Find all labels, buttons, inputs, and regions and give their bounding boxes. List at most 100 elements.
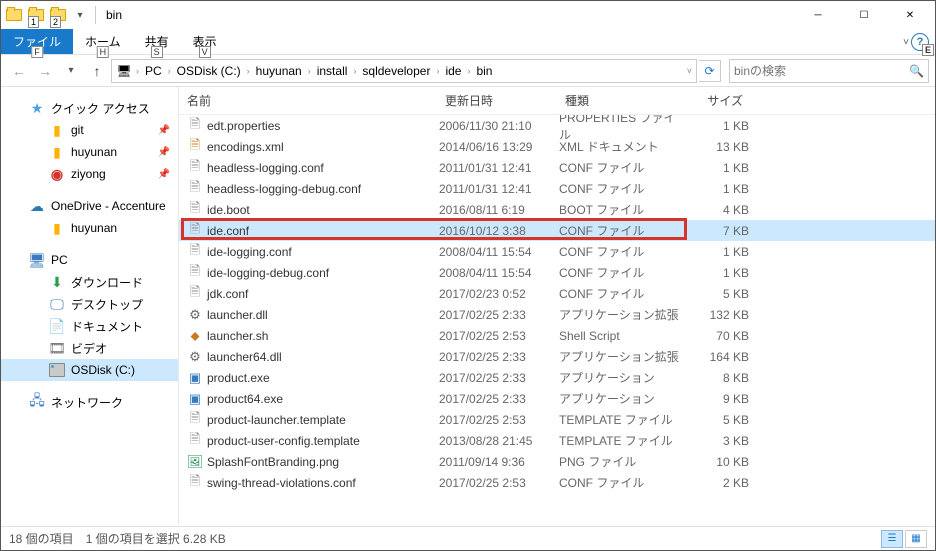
file-date: 2006/11/30 21:10 xyxy=(439,119,559,133)
file-type: XML ドキュメント xyxy=(559,138,679,155)
file-row[interactable]: ⬥launcher.sh2017/02/25 2:53Shell Script7… xyxy=(179,325,935,346)
crumb-3[interactable]: huyunan xyxy=(252,64,306,78)
file-type: CONF ファイル xyxy=(559,159,679,176)
qat-item-1[interactable]: 1 xyxy=(25,4,47,26)
qat-folder-icon[interactable] xyxy=(3,4,25,26)
status-item-count: 18 個の項目 xyxy=(9,530,74,547)
crumb-6[interactable]: ide xyxy=(441,64,465,78)
file-row[interactable]: 🗎ide-logging.conf2008/04/11 15:54CONF ファ… xyxy=(179,241,935,262)
col-size[interactable]: サイズ xyxy=(679,92,749,109)
status-selected: 1 個の項目を選択 6.28 KB xyxy=(86,530,226,547)
view-details-button[interactable]: ☰ xyxy=(881,530,903,548)
nav-onedrive[interactable]: ☁OneDrive - Accenture xyxy=(1,195,178,217)
file-name: swing-thread-violations.conf xyxy=(207,476,356,490)
col-name[interactable]: 名前 xyxy=(179,92,439,109)
file-date: 2017/02/25 2:53 xyxy=(439,476,559,490)
file-size: 13 KB xyxy=(679,140,749,154)
crumb-4[interactable]: install xyxy=(313,64,352,78)
up-button[interactable]: ↑ xyxy=(85,59,109,83)
tab-share[interactable]: 共有S xyxy=(133,29,181,54)
qat-dropdown[interactable]: ▾ xyxy=(69,4,91,26)
nav-huyunan[interactable]: ▮huyunan📌 xyxy=(1,141,178,163)
nav-videos[interactable]: 🎞ビデオ xyxy=(1,337,178,359)
tab-view[interactable]: 表示V xyxy=(181,29,229,54)
nav-desktop[interactable]: 🖵デスクトップ xyxy=(1,293,178,315)
nav-network[interactable]: 🖧ネットワーク xyxy=(1,391,178,413)
nav-onedrive-folder[interactable]: ▮huyunan xyxy=(1,217,178,239)
file-name: product64.exe xyxy=(207,392,283,406)
search-input[interactable] xyxy=(734,64,909,78)
nav-downloads[interactable]: ⬇ダウンロード xyxy=(1,271,178,293)
file-date: 2008/04/11 15:54 xyxy=(439,245,559,259)
nav-osdisk[interactable]: OSDisk (C:) xyxy=(1,359,178,381)
file-name: launcher64.dll xyxy=(207,350,282,364)
crumb-7[interactable]: bin xyxy=(472,64,496,78)
nav-ziyong[interactable]: ◉ziyong📌 xyxy=(1,163,178,185)
disk-icon xyxy=(49,363,65,377)
nav-documents[interactable]: 📄ドキュメント xyxy=(1,315,178,337)
crumb-disk[interactable]: OSDisk (C:) xyxy=(173,64,245,78)
file-row[interactable]: 🗎ide.conf2016/10/12 3:38CONF ファイル7 KB xyxy=(179,220,935,241)
breadcrumb-dropdown[interactable]: ˅ xyxy=(685,66,694,76)
file-size: 5 KB xyxy=(679,287,749,301)
file-row[interactable]: ▣product64.exe2017/02/25 2:33アプリケーション9 K… xyxy=(179,388,935,409)
file-date: 2011/01/31 12:41 xyxy=(439,161,559,175)
file-row[interactable]: 🗎product-user-config.template2013/08/28 … xyxy=(179,430,935,451)
nav-git[interactable]: ▮git📌 xyxy=(1,119,178,141)
file-date: 2017/02/25 2:33 xyxy=(439,350,559,364)
file-row[interactable]: 🗎encodings.xml2014/06/16 13:29XML ドキュメント… xyxy=(179,136,935,157)
file-row[interactable]: 🗎ide-logging-debug.conf2008/04/11 15:54C… xyxy=(179,262,935,283)
file-name: product-user-config.template xyxy=(207,434,360,448)
file-date: 2008/04/11 15:54 xyxy=(439,266,559,280)
file-type: アプリケーション xyxy=(559,369,679,386)
file-row[interactable]: ⚙launcher64.dll2017/02/25 2:33アプリケーション拡張… xyxy=(179,346,935,367)
col-type[interactable]: 種類 xyxy=(559,92,679,109)
file-row[interactable]: 🗎headless-logging.conf2011/01/31 12:41CO… xyxy=(179,157,935,178)
file-row[interactable]: 🗎jdk.conf2017/02/23 0:52CONF ファイル5 KB xyxy=(179,283,935,304)
file-size: 4 KB xyxy=(679,203,749,217)
search-box[interactable]: 🔍 xyxy=(729,59,929,83)
file-date: 2013/08/28 21:45 xyxy=(439,434,559,448)
file-date: 2017/02/25 2:53 xyxy=(439,413,559,427)
recent-dropdown[interactable]: ▾ xyxy=(59,59,83,83)
minimize-button[interactable]: ─ xyxy=(795,1,841,29)
tab-file[interactable]: ファイルF xyxy=(1,29,73,54)
forward-button[interactable]: → xyxy=(33,59,57,83)
file-size: 5 KB xyxy=(679,413,749,427)
ribbon-collapse-icon[interactable]: ˅ xyxy=(903,37,909,48)
back-button[interactable]: ← xyxy=(7,59,31,83)
file-type: アプリケーション拡張 xyxy=(559,348,679,365)
file-row[interactable]: 🗎swing-thread-violations.conf2017/02/25 … xyxy=(179,472,935,493)
col-date[interactable]: 更新日時 xyxy=(439,92,559,109)
file-size: 132 KB xyxy=(679,308,749,322)
file-name: ide.boot xyxy=(207,203,250,217)
column-headers[interactable]: 名前 更新日時 種類 サイズ xyxy=(179,87,935,115)
file-size: 3 KB xyxy=(679,434,749,448)
maximize-button[interactable]: ☐ xyxy=(841,1,887,29)
search-icon[interactable]: 🔍 xyxy=(909,64,924,78)
file-row[interactable]: 🗎ide.boot2016/08/11 6:19BOOT ファイル4 KB xyxy=(179,199,935,220)
file-row[interactable]: 🖼SplashFontBranding.png2011/09/14 9:36PN… xyxy=(179,451,935,472)
file-row[interactable]: ⚙launcher.dll2017/02/25 2:33アプリケーション拡張13… xyxy=(179,304,935,325)
file-date: 2017/02/23 0:52 xyxy=(439,287,559,301)
file-row[interactable]: 🗎product-launcher.template2017/02/25 2:5… xyxy=(179,409,935,430)
help-button[interactable]: ?E xyxy=(911,33,929,51)
status-bar: 18 個の項目 1 個の項目を選択 6.28 KB ☰ ▦ xyxy=(1,526,935,550)
file-row[interactable]: 🗎edt.properties2006/11/30 21:10PROPERTIE… xyxy=(179,115,935,136)
file-size: 7 KB xyxy=(679,224,749,238)
nav-quick-access[interactable]: ★クイック アクセス xyxy=(1,97,178,119)
file-size: 164 KB xyxy=(679,350,749,364)
qat-item-2[interactable]: 2 xyxy=(47,4,69,26)
nav-pc[interactable]: 🖥PC xyxy=(1,249,178,271)
tab-home[interactable]: ホームH xyxy=(73,29,133,54)
breadcrumb[interactable]: 🖥 › PC› OSDisk (C:)› huyunan› install› s… xyxy=(111,59,697,83)
file-row[interactable]: 🗎headless-logging-debug.conf2011/01/31 1… xyxy=(179,178,935,199)
view-icons-button[interactable]: ▦ xyxy=(905,530,927,548)
crumb-5[interactable]: sqldeveloper xyxy=(358,64,434,78)
file-date: 2017/02/25 2:53 xyxy=(439,329,559,343)
file-row[interactable]: ▣product.exe2017/02/25 2:33アプリケーション8 KB xyxy=(179,367,935,388)
crumb-pc[interactable]: PC xyxy=(141,64,166,78)
file-type: PNG ファイル xyxy=(559,453,679,470)
close-button[interactable]: ✕ xyxy=(887,1,933,29)
refresh-button[interactable]: ⟳ xyxy=(699,60,721,82)
